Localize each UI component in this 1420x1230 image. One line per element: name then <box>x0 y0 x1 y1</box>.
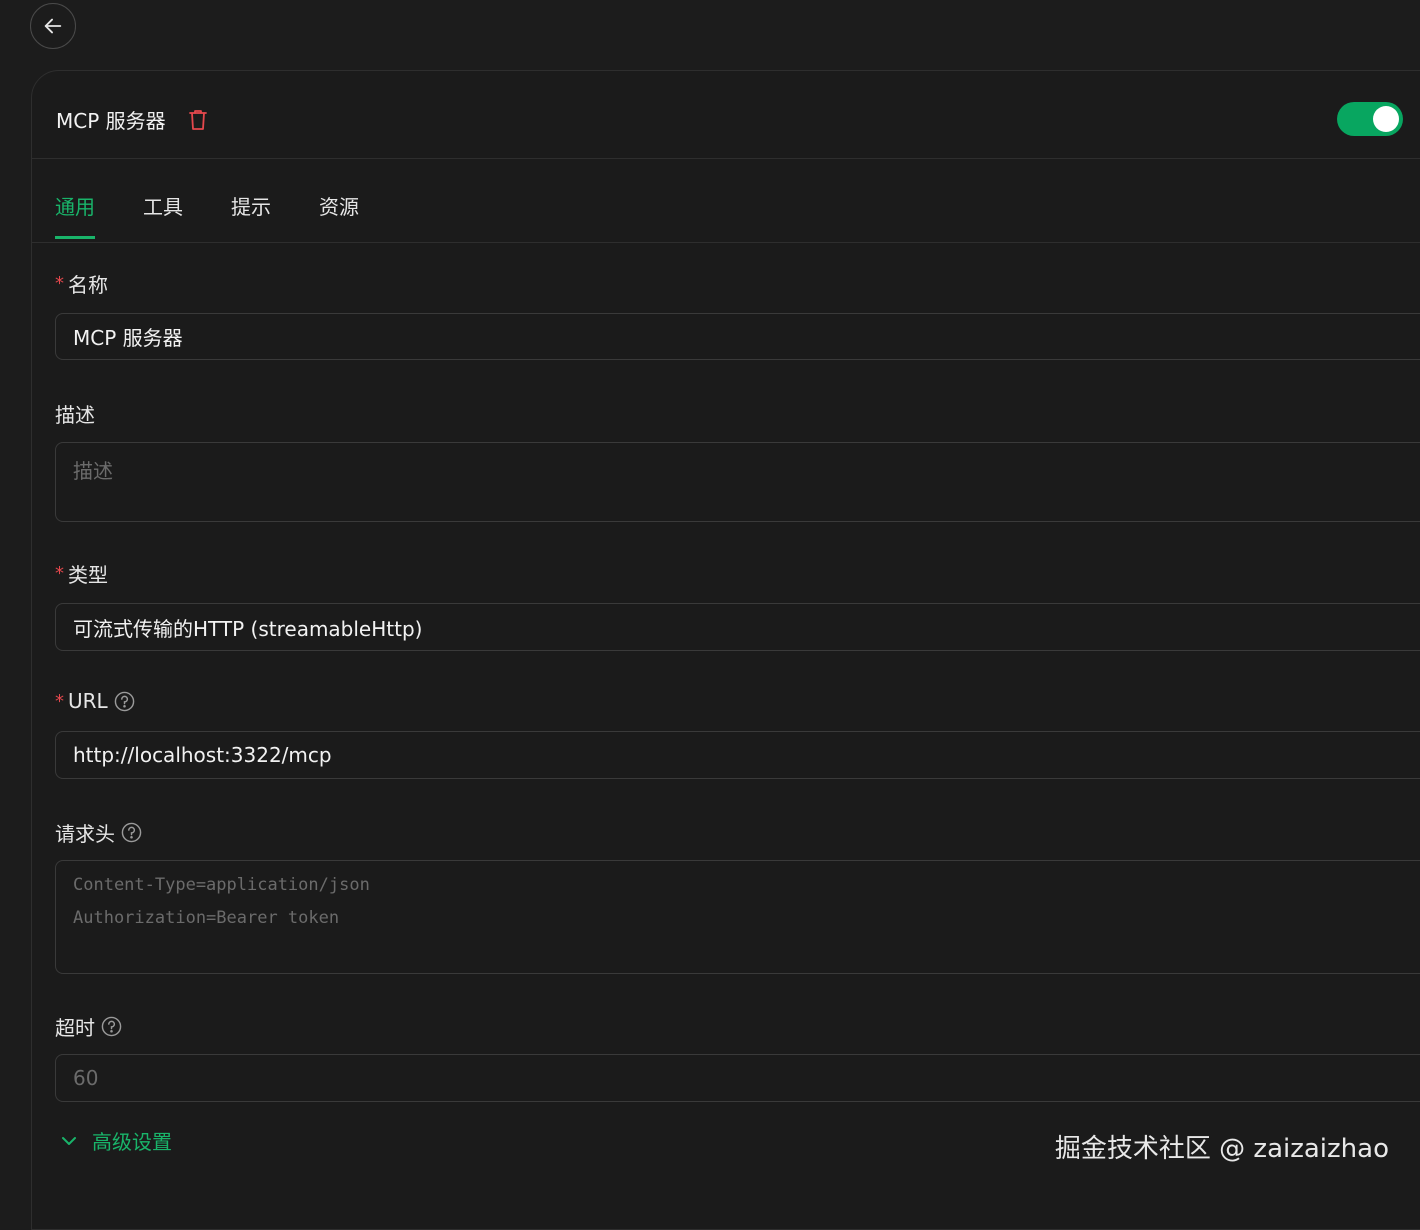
advanced-settings-label: 高级设置 <box>92 1126 172 1155</box>
timeout-help-button[interactable] <box>101 1016 122 1037</box>
required-marker: * <box>55 563 64 584</box>
name-input[interactable]: MCP 服务器 <box>55 313 1420 360</box>
url-label: * URL <box>55 689 135 713</box>
timeout-placeholder: 60 <box>73 1066 98 1090</box>
type-label: * 类型 <box>55 559 108 588</box>
headers-label-text: 请求头 <box>55 818 115 847</box>
arrow-left-icon <box>42 15 64 37</box>
tab-general[interactable]: 通用 <box>55 191 95 239</box>
timeout-input[interactable]: 60 <box>55 1054 1420 1102</box>
tab-prompts[interactable]: 提示 <box>231 191 271 239</box>
url-label-text: URL <box>68 689 108 713</box>
headers-placeholder-line: Authorization=Bearer token <box>73 902 1420 935</box>
name-label: * 名称 <box>55 269 108 298</box>
watermark: 掘金技术社区 @ zaizaizhao <box>1055 1128 1389 1165</box>
delete-button[interactable] <box>188 109 208 131</box>
help-circle-icon <box>121 822 142 843</box>
type-select[interactable]: 可流式传输的HTTP (streamableHttp) <box>55 603 1420 651</box>
required-marker: * <box>55 273 64 294</box>
description-label: 描述 <box>55 399 95 428</box>
back-button[interactable] <box>30 3 76 49</box>
advanced-settings-toggle[interactable]: 高级设置 <box>60 1126 172 1155</box>
enable-toggle[interactable] <box>1337 102 1403 136</box>
help-circle-icon <box>114 691 135 712</box>
name-label-text: 名称 <box>68 269 108 298</box>
headers-placeholder-line: Content-Type=application/json <box>73 869 1420 902</box>
trash-icon <box>188 109 208 131</box>
required-marker: * <box>55 691 64 712</box>
header-divider <box>32 158 1420 159</box>
url-help-button[interactable] <box>114 691 135 712</box>
headers-label: 请求头 <box>55 818 142 847</box>
tabs-divider <box>32 242 1420 243</box>
url-input[interactable]: http://localhost:3322/mcp <box>55 731 1420 779</box>
description-label-text: 描述 <box>55 399 95 428</box>
description-textarea[interactable]: 描述 <box>55 442 1420 522</box>
chevron-down-icon <box>60 1132 78 1150</box>
timeout-label-text: 超时 <box>55 1012 95 1041</box>
server-settings-panel: MCP 服务器 通用 工具 提示 资源 * 名称 MCP 服务器 描述 描述 *… <box>31 70 1420 1230</box>
description-placeholder: 描述 <box>73 459 113 483</box>
timeout-label: 超时 <box>55 1012 122 1041</box>
toggle-knob <box>1373 106 1399 132</box>
page-title: MCP 服务器 <box>56 105 166 134</box>
tab-tools[interactable]: 工具 <box>143 191 183 239</box>
type-label-text: 类型 <box>68 559 108 588</box>
tab-resources[interactable]: 资源 <box>319 191 359 239</box>
help-circle-icon <box>101 1016 122 1037</box>
tab-bar: 通用 工具 提示 资源 <box>55 191 407 239</box>
headers-help-button[interactable] <box>121 822 142 843</box>
panel-header: MCP 服务器 <box>56 105 208 134</box>
headers-textarea[interactable]: Content-Type=application/json Authorizat… <box>55 860 1420 974</box>
